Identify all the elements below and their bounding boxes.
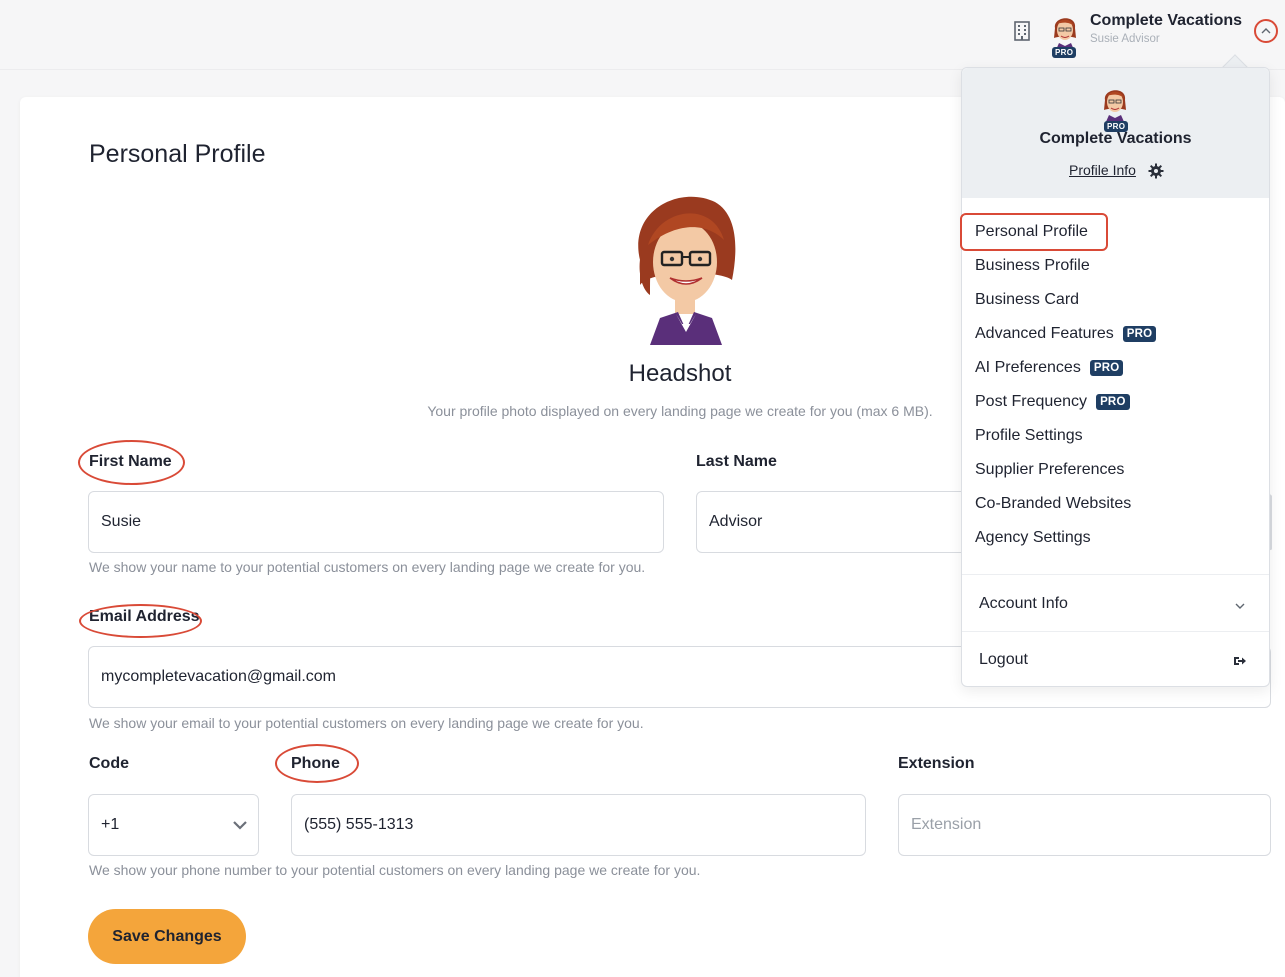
user-name: Susie Advisor (1090, 33, 1160, 45)
menu-item-supplier-preferences[interactable]: Supplier Preferences (975, 461, 1124, 479)
page-title: Personal Profile (89, 140, 266, 168)
country-code-select[interactable]: +1 (88, 794, 259, 856)
pro-badge: PRO (1089, 360, 1124, 376)
avatar-illustration (1054, 18, 1076, 52)
profile-info-link[interactable]: Profile Info (1069, 162, 1136, 178)
pro-badge: PRO (1096, 394, 1130, 410)
account-menu-toggle[interactable] (1254, 19, 1278, 43)
account-dropdown-menu: PRO Complete Vacations Profile Info Pers… (960, 67, 1270, 687)
annotation-circle (78, 440, 185, 485)
menu-item-label: Co-Branded Websites (975, 495, 1132, 512)
pro-badge: PRO (1052, 47, 1077, 58)
dropdown-avatar: PRO (1097, 84, 1133, 132)
menu-item-business-card[interactable]: Business Card (975, 291, 1079, 309)
dropdown-company-name: Complete Vacations (1039, 130, 1192, 147)
top-bar: PRO Complete Vacations Susie Advisor (0, 0, 1285, 70)
menu-item-label: Business Profile (975, 257, 1090, 274)
logout-icon[interactable] (1233, 654, 1247, 668)
annotation-circle (79, 604, 202, 638)
menu-item-account-info[interactable]: Account Info (979, 595, 1068, 613)
pro-badge: PRO (1122, 326, 1157, 342)
headshot-image[interactable] (620, 190, 745, 345)
country-code-value: +1 (101, 816, 120, 833)
save-changes-button[interactable]: Save Changes (88, 909, 246, 964)
menu-item-label: Agency Settings (975, 529, 1091, 546)
first-name-input[interactable]: Susie (88, 491, 664, 553)
phone-input[interactable]: (555) 555-1313 (291, 794, 866, 856)
email-helper-text: We show your email to your potential cus… (89, 715, 644, 731)
menu-item-profile-settings[interactable]: Profile Settings (975, 427, 1083, 445)
menu-item-label: AI Preferences (975, 359, 1081, 376)
building-icon[interactable] (1013, 21, 1031, 41)
extension-label: Extension (898, 755, 975, 772)
menu-divider (962, 631, 1269, 632)
dropdown-header: PRO Complete Vacations Profile Info (962, 68, 1269, 198)
menu-item-label: Profile Settings (975, 427, 1083, 444)
menu-item-advanced-features[interactable]: Advanced Features PRO (975, 325, 1157, 343)
chevron-up-icon (1261, 28, 1271, 34)
menu-item-label: Advanced Features (975, 325, 1114, 342)
code-label: Code (89, 755, 129, 772)
chevron-down-icon[interactable] (1233, 599, 1247, 613)
menu-item-personal-profile[interactable]: Personal Profile (975, 223, 1088, 241)
menu-item-logout[interactable]: Logout (979, 651, 1028, 669)
menu-item-co-branded-websites[interactable]: Co-Branded Websites (975, 495, 1131, 513)
last-name-label: Last Name (696, 453, 777, 470)
gear-icon[interactable] (1148, 163, 1164, 179)
menu-item-label: Personal Profile (975, 223, 1088, 240)
menu-item-agency-settings[interactable]: Agency Settings (975, 529, 1091, 547)
user-avatar[interactable]: PRO (1047, 12, 1083, 60)
phone-helper-text: We show your phone number to your potent… (89, 862, 701, 878)
menu-divider (962, 574, 1269, 575)
menu-item-business-profile[interactable]: Business Profile (975, 257, 1090, 275)
chevron-down-icon (233, 821, 247, 830)
extension-input[interactable]: Extension (898, 794, 1271, 856)
name-helper-text: We show your name to your potential cust… (89, 559, 646, 575)
menu-item-label: Business Card (975, 291, 1080, 308)
annotation-circle (275, 744, 359, 783)
menu-item-ai-preferences[interactable]: AI Preferences PRO (975, 359, 1124, 377)
menu-item-label: Supplier Preferences (975, 461, 1125, 478)
menu-item-post-frequency[interactable]: Post Frequency PRO (975, 393, 1130, 411)
avatar-illustration (1104, 90, 1126, 124)
company-name[interactable]: Complete Vacations (1090, 12, 1242, 30)
menu-item-label: Post Frequency (975, 393, 1088, 410)
